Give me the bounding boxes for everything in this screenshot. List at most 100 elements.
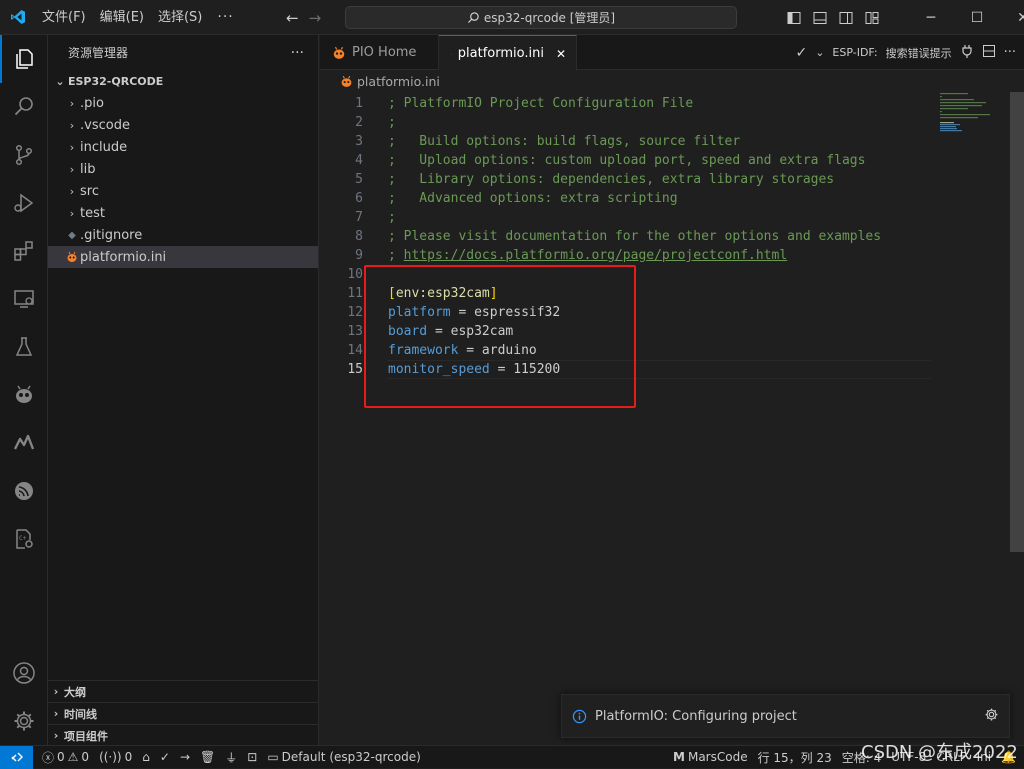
manage-gear-icon[interactable] xyxy=(0,697,48,745)
notification-gear-icon[interactable] xyxy=(984,707,999,726)
menu-edit[interactable]: 编辑(E) xyxy=(93,0,151,35)
section-timeline-label: 时间线 xyxy=(64,706,97,722)
pio-upload-button[interactable]: → xyxy=(175,746,195,769)
remote-explorer-icon[interactable] xyxy=(0,275,48,323)
chevron-down-icon[interactable]: ⌄ xyxy=(815,46,824,59)
tree-item-platformio-ini[interactable]: platformio.ini xyxy=(48,246,318,268)
plug-icon[interactable] xyxy=(960,44,974,61)
notification-text: PlatformIO: Configuring project xyxy=(595,709,797,724)
search-error-hint-button[interactable]: 搜索错误提示 xyxy=(886,45,952,61)
platformio-alien-icon[interactable] xyxy=(0,371,48,419)
line-number: 5 xyxy=(320,170,363,189)
minimize-icon[interactable]: ─ xyxy=(908,0,954,35)
code-line: ; Advanced options: extra scripting xyxy=(388,189,678,208)
testing-flask-icon[interactable] xyxy=(0,323,48,371)
code-line: ; xyxy=(388,113,396,132)
code-line: ; Build options: build flags, source fil… xyxy=(388,132,740,151)
toggle-primary-sidebar-icon[interactable] xyxy=(786,10,802,26)
maximize-icon[interactable]: ☐ xyxy=(954,0,1000,35)
menu-more[interactable]: ··· xyxy=(209,0,241,35)
section-timeline[interactable]: › 时间线 xyxy=(48,702,319,724)
code-token: ; Advanced options: extra scripting xyxy=(388,191,678,206)
marscode-icon[interactable] xyxy=(0,419,48,467)
more-actions-icon[interactable]: ··· xyxy=(1004,45,1016,60)
code-token: ; Build options: build flags, source fil… xyxy=(388,134,740,149)
arrow-right-icon: → xyxy=(180,750,190,764)
split-editor-icon[interactable] xyxy=(982,44,996,61)
ports-indicator[interactable]: ((·)) 0 xyxy=(94,746,137,769)
vscode-logo-icon xyxy=(0,0,35,35)
marscode-status[interactable]: M MarsCode xyxy=(668,746,753,769)
pio-terminal-button[interactable]: ⊡ xyxy=(242,746,262,769)
error-icon: ⓧ xyxy=(42,749,54,766)
esp-idf-config-icon[interactable]: C+ xyxy=(0,515,48,563)
highlight-box xyxy=(364,265,636,408)
editor-actions: ✓ ⌄ ESP-IDF: 搜索错误提示 ··· xyxy=(795,35,1016,70)
line-number: 11 xyxy=(320,284,363,303)
line-number: 1 xyxy=(320,94,363,113)
forward-arrow-icon[interactable]: → xyxy=(309,9,322,27)
tree-item-pio[interactable]: › .pio xyxy=(48,92,318,114)
tree-item-lib[interactable]: › lib xyxy=(48,158,318,180)
close-tab-icon[interactable]: ✕ xyxy=(556,47,566,61)
source-control-icon[interactable] xyxy=(0,131,48,179)
pio-build-button[interactable]: ✓ xyxy=(155,746,175,769)
section-project-components[interactable]: › 项目组件 xyxy=(48,724,319,746)
ports-count: 0 xyxy=(125,750,133,764)
tab-label: platformio.ini xyxy=(458,46,544,61)
menu-selection[interactable]: 选择(S) xyxy=(151,0,209,35)
explorer-icon[interactable] xyxy=(0,35,48,83)
check-icon[interactable]: ✓ xyxy=(795,45,807,61)
workspace-folder[interactable]: ⌄ ESP32-QRCODE xyxy=(48,70,318,92)
back-arrow-icon[interactable]: ← xyxy=(286,9,299,27)
tree-item-test[interactable]: › test xyxy=(48,202,318,224)
command-center[interactable]: esp32-qrcode [管理员] xyxy=(345,6,737,29)
code-token: ; Library options: dependencies, extra l… xyxy=(388,172,834,187)
tree-item-label: .gitignore xyxy=(80,228,142,243)
minimap[interactable] xyxy=(938,92,1006,132)
platformio-icon xyxy=(340,75,353,88)
espressif-icon[interactable] xyxy=(0,467,48,515)
close-icon[interactable]: ✕ xyxy=(1000,0,1024,35)
tree-item-gitignore[interactable]: ◆ .gitignore xyxy=(48,224,318,246)
account-icon[interactable] xyxy=(0,649,48,697)
cursor-position[interactable]: 行 15，列 23 xyxy=(753,746,837,769)
run-and-debug-icon[interactable] xyxy=(0,179,48,227)
chevron-right-icon: › xyxy=(64,141,80,154)
customize-layout-icon[interactable] xyxy=(864,10,880,26)
chevron-right-icon: › xyxy=(48,685,64,698)
remote-indicator-icon[interactable] xyxy=(0,746,33,769)
tree-item-include[interactable]: › include xyxy=(48,136,318,158)
pio-home-button[interactable]: ⌂ xyxy=(137,746,155,769)
sidebar-title: 资源管理器 xyxy=(68,44,128,61)
code-line: ; https://docs.platformio.org/page/proje… xyxy=(388,246,787,265)
search-icon[interactable] xyxy=(0,83,48,131)
workspace-folder-label: ESP32-QRCODE xyxy=(68,75,163,88)
esp-idf-label[interactable]: ESP-IDF: xyxy=(832,46,877,59)
extensions-icon[interactable] xyxy=(0,227,48,275)
section-outline[interactable]: › 大纲 xyxy=(48,680,319,702)
nav-arrows: ← → xyxy=(286,0,321,35)
tree-item-vscode[interactable]: › .vscode xyxy=(48,114,318,136)
env-label: Default (esp32-qrcode) xyxy=(282,750,421,764)
toggle-panel-icon[interactable] xyxy=(812,10,828,26)
code-token: https://docs.platformio.org/page/project… xyxy=(404,248,788,263)
info-icon xyxy=(572,709,587,724)
window-controls: ─ ☐ ✕ xyxy=(908,0,1024,35)
menu-file[interactable]: 文件(F) xyxy=(35,0,93,35)
pio-monitor-button[interactable]: ⏚ xyxy=(220,746,242,769)
home-icon: ⌂ xyxy=(142,750,150,764)
toggle-secondary-sidebar-icon[interactable] xyxy=(838,10,854,26)
breadcrumb-file[interactable]: platformio.ini xyxy=(357,74,440,89)
line-number: 3 xyxy=(320,132,363,151)
tab-pio-home[interactable]: PIO Home xyxy=(320,35,439,70)
line-number: 2 xyxy=(320,113,363,132)
vertical-scrollbar[interactable] xyxy=(1010,92,1024,552)
pio-clean-button[interactable]: 🗑 xyxy=(195,746,220,769)
problems-indicator[interactable]: ⓧ 0 ⚠ 0 xyxy=(37,746,94,769)
explorer-sidebar: 资源管理器 ··· ⌄ ESP32-QRCODE › .pio › .vscod… xyxy=(48,35,319,745)
sidebar-more-button[interactable]: ··· xyxy=(291,45,304,61)
tab-platformio-ini[interactable]: platformio.ini ✕ xyxy=(439,35,577,71)
tree-item-src[interactable]: › src xyxy=(48,180,318,202)
pio-env-switcher[interactable]: ▭ Default (esp32-qrcode) xyxy=(262,746,425,769)
